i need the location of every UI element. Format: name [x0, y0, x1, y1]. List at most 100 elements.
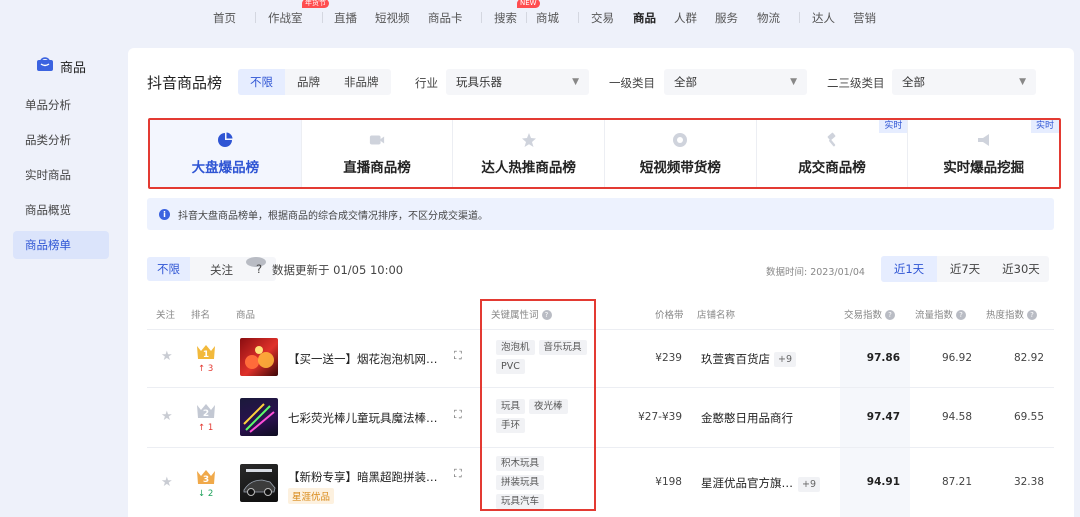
col-product: 商品 — [236, 310, 256, 321]
info-bar: i 抖音大盘商品榜单，根据商品的综合成交情况排序，不区分成交渠道。 — [147, 198, 1054, 230]
page-title: 抖音商品榜 — [147, 74, 223, 92]
col-rank: 排名 — [191, 310, 211, 321]
nav-short-video[interactable]: 短视频 — [375, 10, 410, 26]
tab-realtime-hot[interactable]: 实时 实时爆品挖掘 — [907, 120, 1060, 187]
follow-filter-followed[interactable]: 关注? — [190, 257, 276, 281]
scan-icon[interactable]: ⛶ — [454, 349, 462, 363]
megaphone-icon — [976, 132, 992, 148]
help-icon[interactable]: ? — [956, 310, 967, 320]
table-row[interactable]: ★ 1 ↑ 3 【买一送一】烟花泡泡机网红玩具 ⛶ 泡泡机 音乐玩具 PVC ¥… — [128, 329, 1074, 387]
help-icon[interactable]: ? — [1027, 310, 1038, 320]
nav-live[interactable]: 直播 — [334, 10, 357, 26]
nav-badge-new: NEW — [517, 0, 540, 8]
sidebar-item-realtime[interactable]: 实时商品 — [13, 161, 109, 189]
nav-separator — [578, 12, 579, 23]
update-time: 数据更新于 01/05 10:00 — [272, 263, 404, 277]
rank-number: 3 — [203, 475, 209, 485]
chevron-down-icon: ▼ — [1019, 77, 1026, 87]
nav-product[interactable]: 商品 — [633, 10, 656, 26]
sidebar-item-single-product[interactable]: 单品分析 — [13, 91, 109, 119]
sidebar-item-ranking[interactable]: 商品榜单 — [13, 231, 109, 259]
rank-change: ↑ 1 — [198, 423, 214, 433]
nav-home[interactable]: 首页 — [213, 10, 236, 26]
sidebar-item-overview[interactable]: 商品概览 — [13, 196, 109, 224]
tab-live[interactable]: 直播商品榜 — [300, 120, 453, 187]
cat1-label: 一级类目 — [609, 76, 655, 90]
col-trade: 交易指数? — [844, 307, 896, 321]
cat1-select[interactable]: 全部 ▼ — [664, 69, 807, 95]
help-icon[interactable]: ? — [246, 257, 266, 276]
range-30d[interactable]: 近30天 — [993, 256, 1049, 282]
sidebar-item-category[interactable]: 品类分析 — [13, 126, 109, 154]
industry-value: 玩具乐器 — [456, 75, 502, 89]
realtime-badge: 实时 — [879, 120, 908, 133]
shop-name[interactable]: 玖萱賓百货店 +9 — [701, 351, 797, 367]
bronze-crown-icon: 3 — [195, 468, 217, 485]
tab-deal[interactable]: 实时 成交商品榜 — [755, 120, 908, 187]
rank-number: 1 — [203, 350, 209, 360]
product-name[interactable]: 【买一送一】烟花泡泡机网红玩具 — [288, 351, 448, 367]
follow-filter: 不限 关注? — [147, 257, 276, 281]
gavel-icon — [824, 132, 840, 148]
product-name[interactable]: 七彩荧光棒儿童玩具魔法棒夜光手环 — [288, 410, 448, 426]
sidebar-title: 商品 — [60, 60, 87, 76]
tab-influencer[interactable]: 达人热推商品榜 — [452, 120, 604, 187]
shop-more-badge[interactable]: +9 — [774, 352, 797, 367]
tab-short-video[interactable]: 短视频带货榜 — [604, 120, 756, 187]
brand-filter-all[interactable]: 不限 — [238, 69, 285, 95]
nav-mall[interactable]: 商城 — [536, 10, 559, 26]
brand-filter-brand[interactable]: 品牌 — [285, 69, 332, 95]
product-thumbnail[interactable] — [240, 338, 278, 376]
nav-crowd[interactable]: 人群 — [674, 10, 697, 26]
nav-separator — [799, 12, 800, 23]
star-badge-icon — [521, 132, 537, 148]
info-text: 抖音大盘商品榜单，根据商品的综合成交情况排序，不区分成交渠道。 — [178, 210, 488, 222]
ranking-tabs: 大盘爆品榜 直播商品榜 达人热推商品榜 短视频带货榜 实时 成交商品榜 实时 实… — [148, 118, 1061, 189]
nav-war-room[interactable]: 作战室 — [268, 10, 303, 26]
traffic-index: 96.92 — [941, 352, 972, 364]
shop-name[interactable]: 金憨憨日用品商行 — [701, 410, 793, 426]
silver-crown-icon: 2 — [195, 402, 217, 419]
nav-service[interactable]: 服务 — [715, 10, 738, 26]
product-thumbnail[interactable] — [240, 464, 278, 502]
table-row[interactable]: ★ 2 ↑ 1 七彩荧光棒儿童玩具魔法棒夜光手环 ⛶ 玩具 夜光棒 手环 ¥27… — [128, 387, 1074, 447]
star-icon[interactable]: ★ — [161, 349, 173, 364]
follow-filter-all[interactable]: 不限 — [147, 257, 190, 281]
nav-marketing[interactable]: 营销 — [853, 10, 876, 26]
range-7d[interactable]: 近7天 — [937, 256, 993, 282]
scan-icon[interactable]: ⛶ — [454, 408, 462, 422]
tab-label: 成交商品榜 — [798, 159, 866, 176]
heat-index: 82.92 — [1013, 352, 1044, 364]
data-time: 数据时间: 2023/01/04 — [766, 267, 865, 278]
main-panel: 抖音商品榜 不限 品牌 非品牌 行业 玩具乐器 ▼ 一级类目 全部 ▼ 二三级类… — [128, 48, 1074, 517]
tab-market-hot[interactable]: 大盘爆品榜 — [150, 120, 301, 187]
chevron-down-icon: ▼ — [790, 77, 797, 87]
industry-select[interactable]: 玩具乐器 ▼ — [446, 69, 589, 95]
help-icon[interactable]: ? — [885, 310, 896, 320]
table-row[interactable]: ★ 3 ↓ 2 【新粉专享】暗黑超跑拼装积木汽车 星涯优品 ⛶ 积木玩具 拼装玩… — [128, 447, 1074, 517]
nav-influencer[interactable]: 达人 — [812, 10, 835, 26]
cat23-select[interactable]: 全部 ▼ — [892, 69, 1036, 95]
shop-name[interactable]: 星涯优品官方旗舰店 — [701, 475, 793, 491]
rank-change: ↑ 3 — [198, 364, 214, 374]
range-1d[interactable]: 近1天 — [881, 256, 937, 282]
shop-more-badge[interactable]: +9 — [798, 477, 821, 492]
cat1-value: 全部 — [674, 75, 697, 89]
brand-filter-nonbrand[interactable]: 非品牌 — [332, 69, 391, 95]
nav-search[interactable]: 搜索 — [494, 10, 517, 26]
product-name[interactable]: 【新粉专享】暗黑超跑拼装积木汽车 — [288, 469, 448, 485]
product-thumbnail[interactable] — [240, 398, 278, 436]
brand-tag: 星涯优品 — [288, 488, 335, 504]
star-icon[interactable]: ★ — [161, 475, 173, 490]
col-traffic: 流量指数? — [915, 307, 967, 321]
scan-icon[interactable]: ⛶ — [454, 467, 462, 481]
nav-trade[interactable]: 交易 — [591, 10, 614, 26]
star-icon[interactable]: ★ — [161, 409, 173, 424]
nav-product-card[interactable]: 商品卡 — [428, 10, 463, 26]
nav-separator — [481, 12, 482, 23]
heat-index: 69.55 — [1013, 411, 1044, 423]
nav-logistics[interactable]: 物流 — [757, 10, 780, 26]
pie-icon — [217, 132, 233, 148]
col-follow: 关注 — [156, 310, 176, 321]
nav-separator — [526, 12, 527, 23]
